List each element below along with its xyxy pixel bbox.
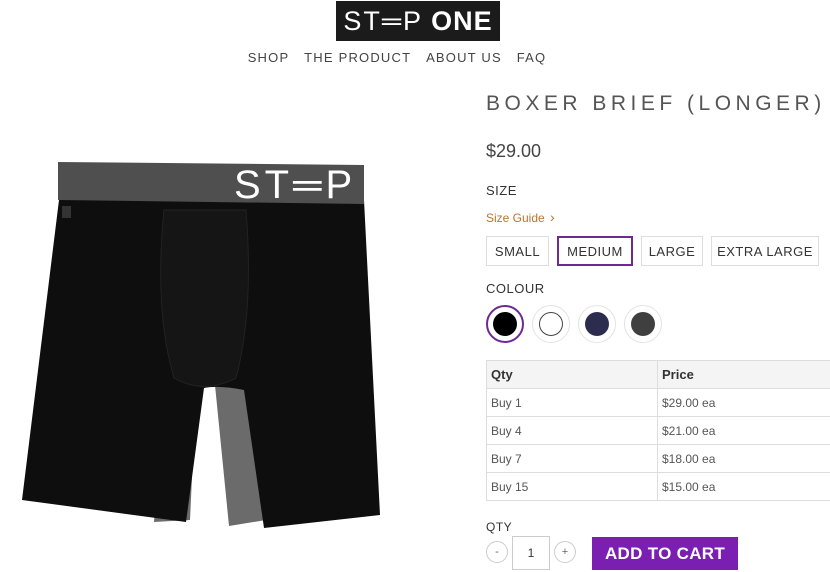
product-price: $29.00 <box>486 141 542 161</box>
table-row: Buy 7 $18.00 ea <box>486 444 830 473</box>
colour-swatch-black[interactable] <box>486 305 524 343</box>
size-option-extra-large[interactable]: EXTRA LARGE <box>711 236 819 266</box>
table-cell-qty: Buy 7 <box>486 444 658 473</box>
main-nav: SHOP THE PRODUCT ABOUT US FAQ <box>0 50 794 65</box>
nav-item-shop[interactable]: SHOP <box>248 50 290 65</box>
colour-swatch-fill <box>539 312 563 336</box>
product-pouch <box>160 209 249 387</box>
logo-text-one: ONE <box>431 5 493 36</box>
table-cell-price: $15.00 ea <box>657 472 830 501</box>
pricing-table: Qty Price Buy 1 $29.00 ea Buy 4 $21.00 e… <box>486 360 830 501</box>
size-guide-link[interactable]: Size Guide › <box>486 209 555 225</box>
table-cell-qty: Buy 15 <box>486 472 658 501</box>
chevron-right-icon: › <box>550 209 555 225</box>
table-cell-price: $21.00 ea <box>657 416 830 445</box>
qty-input[interactable] <box>512 536 550 570</box>
size-option-medium[interactable]: MEDIUM <box>557 236 633 266</box>
table-header-row: Qty Price <box>486 360 830 389</box>
colour-swatch-charcoal[interactable] <box>624 305 662 343</box>
product-title: BOXER BRIEF (LONGER) <box>486 92 826 115</box>
colour-swatch-navy[interactable] <box>578 305 616 343</box>
nav-item-about-us[interactable]: ABOUT US <box>426 50 502 65</box>
table-row: Buy 4 $21.00 ea <box>486 416 830 445</box>
colour-swatch-fill <box>493 312 517 336</box>
size-option-large[interactable]: LARGE <box>641 236 703 266</box>
qty-increment-button[interactable]: + <box>554 541 576 563</box>
size-option-small[interactable]: SMALL <box>486 236 549 266</box>
qty-label: QTY <box>486 520 513 534</box>
table-row: Buy 1 $29.00 ea <box>486 388 830 417</box>
product-waistband-text: ST═P <box>234 163 356 207</box>
table-row: Buy 15 $15.00 ea <box>486 472 830 501</box>
table-cell-qty: Buy 4 <box>486 416 658 445</box>
colour-swatch-fill <box>585 312 609 336</box>
table-cell-price: $18.00 ea <box>657 444 830 473</box>
column-header-price: Price <box>657 360 830 389</box>
add-to-cart-button[interactable]: ADD TO CART <box>592 537 738 570</box>
column-header-qty: Qty <box>486 360 658 389</box>
table-cell-price: $29.00 ea <box>657 388 830 417</box>
qty-decrement-button[interactable]: - <box>486 541 508 563</box>
size-guide-label: Size Guide <box>486 211 545 225</box>
nav-item-faq[interactable]: FAQ <box>517 50 547 65</box>
colour-swatch-white[interactable] <box>532 305 570 343</box>
colour-swatch-fill <box>631 312 655 336</box>
logo-text-step: ST═P <box>343 5 424 36</box>
nav-item-the-product[interactable]: THE PRODUCT <box>304 50 411 65</box>
size-label: SIZE <box>486 183 517 198</box>
site-logo[interactable]: ST═P ONE <box>336 1 500 41</box>
product-image[interactable]: ST═P <box>14 150 394 535</box>
table-cell-qty: Buy 1 <box>486 388 658 417</box>
colour-label: COLOUR <box>486 281 545 296</box>
product-tag <box>62 206 71 218</box>
